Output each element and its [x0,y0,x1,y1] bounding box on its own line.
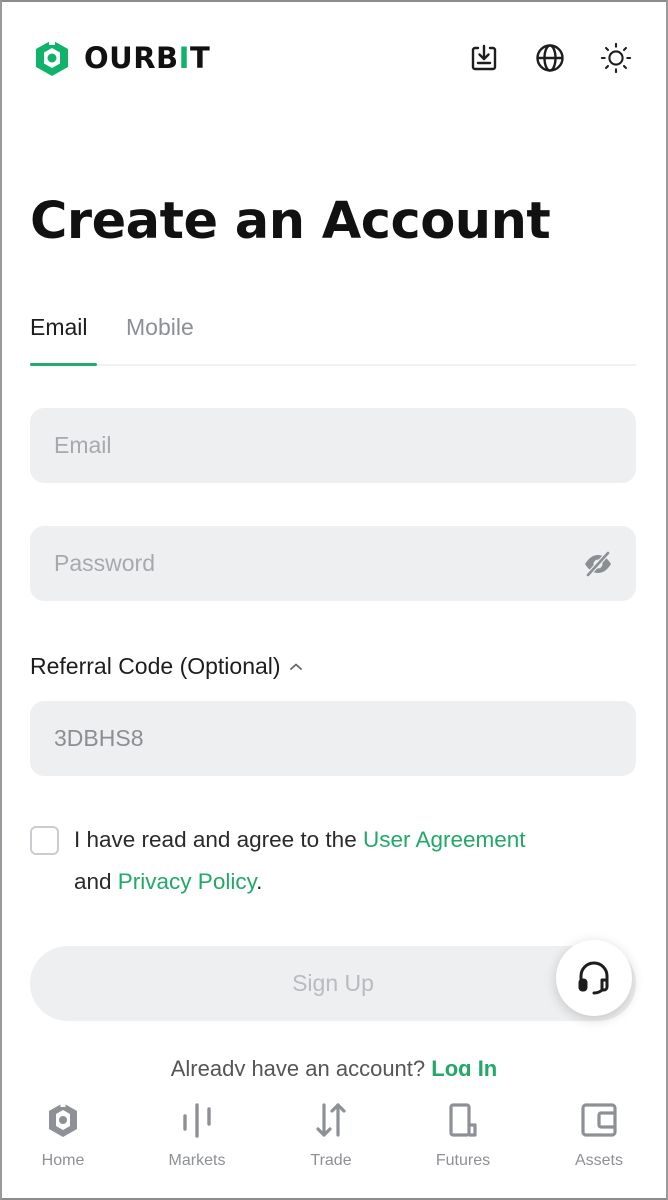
bottom-nav: Home Markets Trade Futures Assets [0,1076,668,1200]
sun-icon[interactable] [600,42,632,74]
nav-item-markets[interactable]: Markets [152,1100,242,1170]
globe-icon[interactable] [534,42,566,74]
download-icon[interactable] [468,42,500,74]
chevron-up-icon [289,663,302,670]
nav-label-markets: Markets [168,1152,226,1169]
agreement-text: I have read and agree to the User Agreem… [74,827,526,894]
agreement-checkbox[interactable] [30,826,59,855]
trade-icon [316,1103,346,1137]
nav-label-trade: Trade [310,1152,352,1169]
login-prompt: Already have an account? Log In [0,1054,668,1076]
top-bar: OURBIT [0,0,668,120]
brand-logo[interactable]: OURBIT [32,38,210,78]
referral-code-label: Referral Code (Optional) [30,653,281,679]
support-button[interactable] [556,940,632,1016]
signup-method-tabs: Email Mobile [30,312,636,366]
nav-item-futures[interactable]: Futures [418,1100,508,1170]
tab-email[interactable]: Email [30,314,88,341]
brand-name: OURBIT [84,41,211,75]
tab-mobile[interactable]: Mobile [126,314,194,341]
active-tab-indicator [30,363,97,366]
nav-label-futures: Futures [435,1152,491,1169]
nav-item-home[interactable]: Home [18,1100,108,1170]
assets-icon [581,1103,617,1137]
headset-icon [578,961,609,995]
markets-icon [183,1103,211,1138]
nav-label-home: Home [41,1152,85,1169]
nav-label-assets: Assets [574,1152,623,1169]
privacy-policy-link[interactable]: Privacy Policy [118,869,256,894]
sign-up-button[interactable]: Sign Up [30,946,636,1021]
password-field[interactable]: Password [30,526,636,601]
referral-code-toggle[interactable]: Referral Code (Optional) [30,653,303,680]
eye-hidden-icon[interactable] [582,548,614,580]
ourbit-logo-icon [36,38,68,76]
password-placeholder: Password [54,550,155,576]
referral-code-value: 3DBHS8 [54,725,144,751]
email-field[interactable]: Email [30,408,636,483]
futures-icon [449,1103,477,1137]
email-placeholder: Email [54,432,112,458]
home-icon [49,1101,77,1137]
nav-item-assets[interactable]: Assets [554,1100,644,1170]
page-title: Create an Account [30,192,551,251]
nav-item-trade[interactable]: Trade [286,1100,376,1170]
user-agreement-link[interactable]: User Agreement [363,827,526,852]
log-in-link[interactable]: Log In [431,1056,497,1076]
referral-code-field[interactable]: 3DBHS8 [30,701,636,776]
